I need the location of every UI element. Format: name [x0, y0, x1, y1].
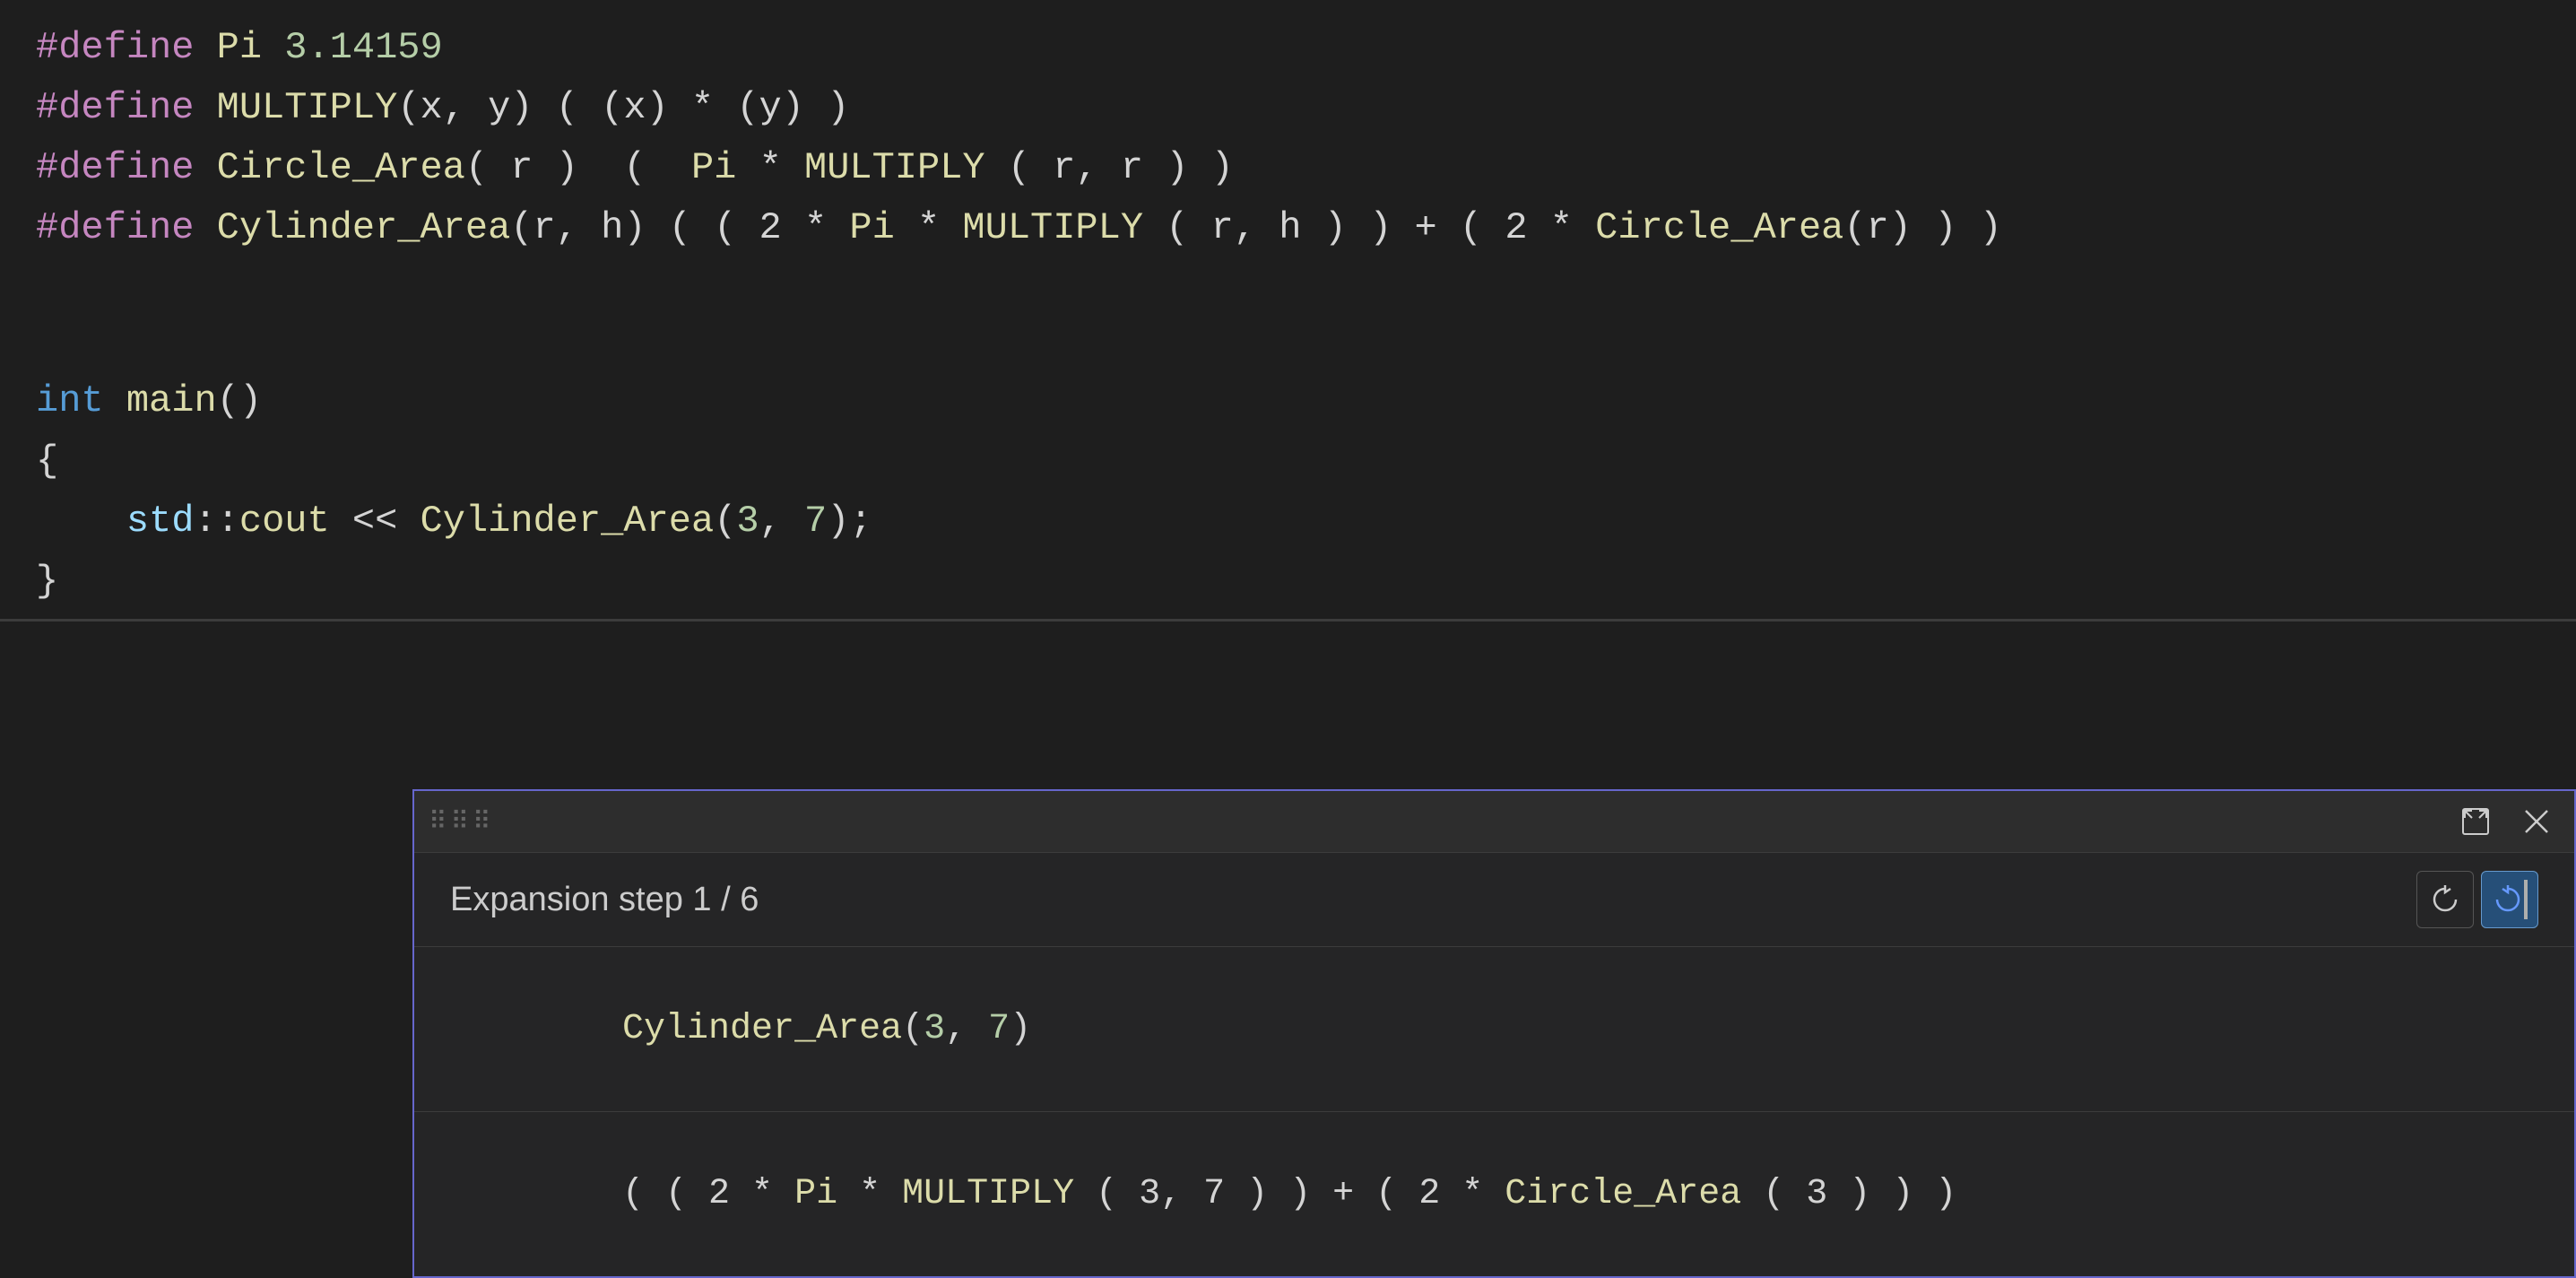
cursor-blink — [2524, 880, 2528, 919]
nav-back-button[interactable] — [2416, 871, 2474, 928]
code-line-cout: std::cout << Cylinder_Area(3, 7); — [0, 491, 2576, 552]
popup-close-button[interactable] — [2513, 798, 2560, 845]
pi-value: 3.14159 — [284, 20, 442, 76]
keyword-int: int — [36, 373, 104, 430]
code-line-3: #define Circle_Area( r ) ( Pi * MULTIPLY… — [0, 138, 2576, 198]
code-line-4: #define Cylinder_Area(r, h) ( ( 2 * Pi *… — [0, 198, 2576, 258]
main-function-name: main — [126, 373, 217, 430]
code-line-1: #define Pi 3.14159 — [0, 18, 2576, 78]
code-line-close-brace: } — [0, 552, 2576, 612]
empty-line-1 — [0, 258, 2576, 315]
cout-function: cout — [239, 493, 330, 550]
popup-titlebar: ⠿⠿⠿ — [414, 791, 2574, 853]
preprocessor-hash: #define — [36, 20, 217, 76]
original-expression-section: Cylinder_Area(3, 7) — [414, 947, 2574, 1112]
editor-separator — [0, 619, 2576, 622]
arg-3: 3 — [736, 493, 759, 550]
cylinder-area-call: Cylinder_Area — [421, 493, 715, 550]
empty-line-2 — [0, 315, 2576, 371]
std-namespace: std — [126, 493, 195, 550]
drag-handle-icon: ⠿⠿⠿ — [429, 806, 495, 838]
code-line-2: #define MULTIPLY(x, y) ( (x) * (y) ) — [0, 78, 2576, 138]
arg-7: 7 — [804, 493, 827, 550]
popup-controls — [2452, 798, 2560, 845]
popup-header: Expansion step 1 / 6 — [414, 853, 2574, 947]
expansion-step-label: Expansion step 1 / 6 — [450, 881, 759, 919]
macro-pi-name: Pi — [217, 20, 262, 76]
code-line-open-brace: { — [0, 431, 2576, 491]
nav-forward-button[interactable] — [2481, 871, 2538, 928]
code-line-main: int main() — [0, 371, 2576, 431]
popup-expand-button[interactable] — [2452, 798, 2499, 845]
code-editor: #define Pi 3.14159 #define MULTIPLY(x, y… — [0, 0, 2576, 1278]
expansion-popup: ⠿⠿⠿ — [412, 789, 2576, 1278]
original-expression: Cylinder_Area(3, 7) — [450, 1009, 1031, 1090]
nav-controls — [2416, 871, 2538, 928]
expanded-expression: ( ( 2 * Pi * MULTIPLY ( 3, 7 ) ) + ( 2 *… — [450, 1174, 1956, 1255]
expanded-expression-section: ( ( 2 * Pi * MULTIPLY ( 3, 7 ) ) + ( 2 *… — [414, 1112, 2574, 1276]
